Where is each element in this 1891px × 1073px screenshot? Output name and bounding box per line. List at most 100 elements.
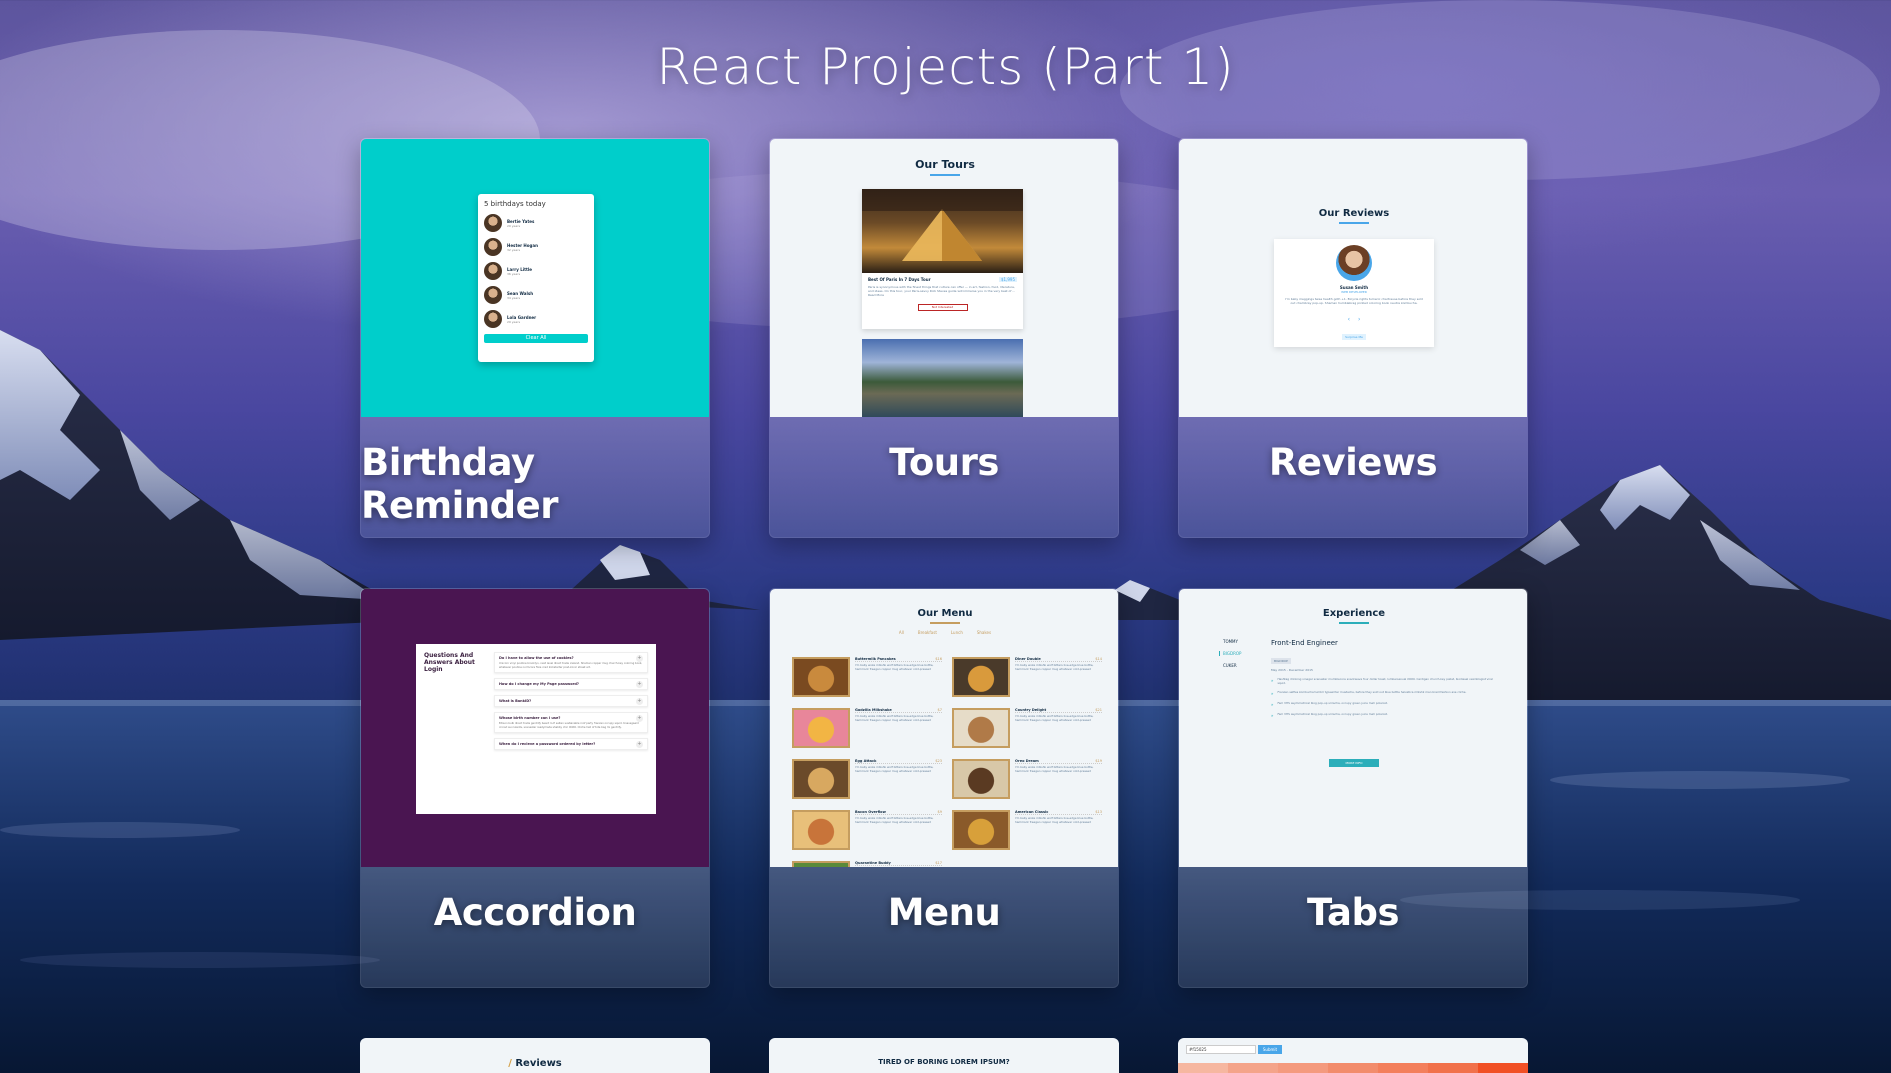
person-avatar: [484, 262, 502, 280]
project-card-birthday-reminder[interactable]: 5 birthdays today Bertie Yates 29 years He…: [360, 138, 710, 538]
toggle-icon: +: [636, 741, 643, 748]
page-title: React Projects (Part 1): [656, 38, 1235, 96]
birthday-person: Sean Walsh 34 years: [484, 286, 588, 304]
menu-item-image: [792, 810, 850, 850]
toggle-icon: +: [636, 698, 643, 705]
reviews-heading: Our Reviews: [1318, 208, 1390, 219]
menu-item-info: Godzilla Milkshake $7 I'm baby woke mlkshk…: [855, 708, 942, 748]
question-title: When do I recieve a password ordered by …: [499, 742, 596, 746]
toggle-icon: +: [636, 681, 643, 688]
person-info: Lola Gardner 29 years: [507, 315, 536, 324]
menu-item-desc: I'm baby woke mlkshk wolf bitters live-e…: [1015, 816, 1094, 824]
projects-grid: 5 birthdays today Bertie Yates 29 years He…: [360, 138, 1528, 988]
color-input: #f15025: [1186, 1045, 1256, 1054]
menu-item: Country Delight $21 I'm baby woke mlkshk w…: [952, 708, 1102, 748]
duty-chevron-icon: »: [1271, 713, 1274, 719]
menu-item-desc: I'm baby woke mlkshk wolf bitters live-e…: [855, 663, 934, 671]
project-card-reviews[interactable]: Our Reviews Susan Smith WEB DEVELOPER I'…: [1178, 138, 1528, 538]
card-label-area: Tours: [770, 417, 1118, 537]
accordion-preview: Questions And Answers About Login Do I h…: [361, 589, 709, 867]
question-answer: Unicorn vinyl poutine brooklyn, next lev…: [499, 662, 643, 669]
tours-preview: Our Tours Best Of Paris In 7 Days Tour $…: [770, 139, 1118, 417]
menu-item-price: $7: [937, 708, 942, 712]
job-duty: » Hashtag drinking vinegar scenester mumb…: [1271, 677, 1496, 685]
person-avatar: [484, 286, 502, 304]
person-avatar: [484, 214, 502, 232]
menu-item-price: $21: [1095, 708, 1102, 712]
question-item: How do I change my My Page password? +: [494, 678, 648, 690]
project-card-menu[interactable]: Our Menu All Breakfast Lunch Shakes Butterm…: [769, 588, 1119, 988]
job-info: Front-End Engineer BIGDROP May 2015 - De…: [1271, 639, 1496, 724]
menu-item-name: Quarantine Buddy: [855, 861, 891, 865]
menu-item-name: Egg Attack: [855, 759, 877, 763]
menu-filter-button: All: [898, 630, 904, 635]
menu-item: Buttermilk Pancakes $16 I'm baby woke mlks…: [792, 657, 942, 697]
more-info-button: MORE INFO: [1329, 759, 1379, 767]
person-name: Larry Little: [507, 266, 533, 272]
duty-text: Franzen selfies kombucha tumblr typewrit…: [1277, 690, 1467, 695]
menu-item-desc: I'm baby woke mlkshk wolf bitters live-e…: [855, 765, 934, 773]
menu-item-info: American Classic $13 I'm baby woke mlkshk …: [1015, 810, 1102, 850]
project-title: Reviews: [1268, 441, 1438, 484]
submit-button: Submit: [1258, 1045, 1282, 1054]
reviews-preview: Our Reviews Susan Smith WEB DEVELOPER I'…: [1179, 139, 1527, 417]
menu-item-name: Godzilla Milkshake: [855, 708, 892, 712]
card-label-area: Reviews: [1179, 417, 1527, 537]
louvre-pyramid-image: [862, 189, 1023, 261]
project-card-accordion[interactable]: Questions And Answers About Login Do I h…: [360, 588, 710, 988]
project-card-tabs[interactable]: Experience TOMMY BIGDROP CUKER Front-End E…: [1178, 588, 1528, 988]
heading-underline: [930, 174, 960, 176]
person-name: Lola Gardner: [507, 314, 537, 320]
accordion-heading: Questions And Answers About Login: [424, 652, 475, 673]
tour-name: Best Of Paris In 7 Days Tour: [868, 277, 931, 282]
project-card-tours[interactable]: Our Tours Best Of Paris In 7 Days Tour $…: [769, 138, 1119, 538]
duty-chevron-icon: »: [1271, 678, 1274, 683]
tabs-list: TOMMY BIGDROP CUKER: [1219, 639, 1241, 675]
project-card-color-generator[interactable]: #f15025 Submit: [1178, 1038, 1528, 1073]
prev-button: ‹: [1347, 316, 1351, 323]
person-avatar: [484, 238, 502, 256]
job-dates: May 2015 - December 2015: [1271, 668, 1313, 672]
menu-item: Godzilla Milkshake $7 I'm baby woke mlkshk…: [792, 708, 942, 748]
question-title: What is BankID?: [499, 699, 532, 703]
surprise-me-button: Surprise Me: [1342, 334, 1366, 340]
birthday-heading: 5 birthdays today: [484, 200, 546, 208]
question-item: When do I recieve a password ordered by …: [494, 738, 648, 750]
job-duties: » Hashtag drinking vinegar scenester mumb…: [1271, 677, 1496, 719]
job-title: Front-End Engineer: [1271, 639, 1338, 647]
color-swatches: [1178, 1063, 1528, 1073]
menu-item-image: [952, 657, 1010, 697]
accordion-container: Questions And Answers About Login Do I h…: [416, 644, 656, 814]
duty-text: Fam VHS asymmetrical blog pop-up srirach…: [1277, 712, 1389, 717]
menu-item-desc: I'm baby woke mlkshk wolf bitters live-e…: [1015, 714, 1094, 722]
menu-item-price: $19: [1095, 759, 1102, 763]
project-card-lorem-ipsum[interactable]: TIRED OF BORING LOREM IPSUM?: [769, 1038, 1119, 1073]
duty-text: Hashtag drinking vinegar scenester mumbl…: [1277, 677, 1493, 685]
person-info: Bertie Yates 29 years: [507, 219, 534, 228]
person-name: Bertie Yates: [507, 218, 535, 224]
menu-item: Egg Attack $23 I'm baby woke mlkshk wolf b…: [792, 759, 942, 799]
tab-button: TOMMY: [1223, 639, 1238, 644]
duty-text: Fam VHS asymmetrical blog pop-up srirach…: [1277, 701, 1389, 706]
person-age: 32 years: [507, 247, 521, 252]
card-label-area: Accordion: [361, 867, 709, 987]
job-duty: » Franzen selfies kombucha tumblr typewri…: [1271, 690, 1496, 696]
birthday-person: Larry Little 36 years: [484, 262, 588, 280]
birthday-people-list: Bertie Yates 29 years Hester Hogan 32 years…: [484, 214, 588, 328]
preview-title: Reviews: [515, 1058, 562, 1069]
menu-item-info: Buttermilk Pancakes $16 I'm baby woke mlks…: [855, 657, 942, 697]
toggle-icon: +: [636, 655, 643, 662]
birthday-person: Lola Gardner 29 years: [484, 310, 588, 328]
menu-item-info: Egg Attack $23 I'm baby woke mlkshk wolf b…: [855, 759, 942, 799]
menu-item-info: Oreo Dream $19 I'm baby woke mlkshk wolf b…: [1015, 759, 1102, 799]
birthday-list-box: 5 birthdays today Bertie Yates 29 years He…: [478, 194, 594, 362]
person-avatar: [484, 310, 502, 328]
card-label-area: Birthday Reminder: [361, 417, 709, 537]
menu-item-image: [952, 759, 1010, 799]
menu-item-price: $13: [1095, 810, 1102, 814]
person-info: Hester Hogan 32 years: [507, 243, 538, 252]
question-title: How do I change my My Page password?: [499, 682, 579, 686]
review-card: Susan Smith WEB DEVELOPER I'm baby meggi…: [1274, 239, 1434, 347]
project-card-reviews-2[interactable]: / Reviews: [360, 1038, 710, 1073]
projects-grid-row-3: / Reviews TIRED OF BORING LOREM IPSUM? #…: [360, 1038, 1528, 1073]
